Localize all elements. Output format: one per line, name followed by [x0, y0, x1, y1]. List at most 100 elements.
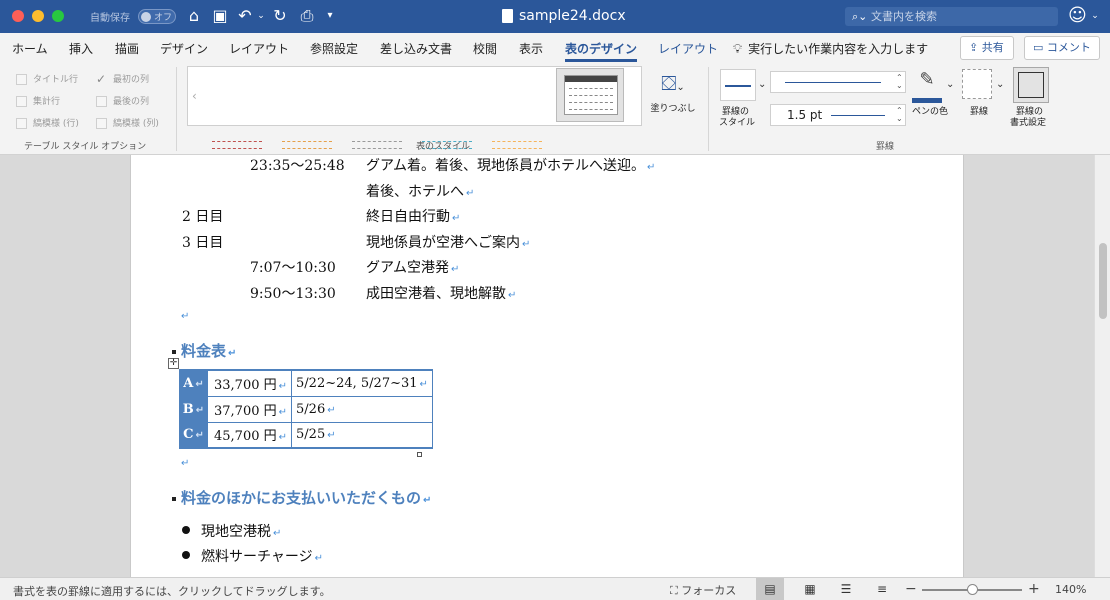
search-input[interactable]: ⌕⌄ 文書内を検索 — [845, 7, 1058, 26]
feedback-dropdown-icon[interactable]: ⌄ — [1090, 6, 1100, 26]
fare-price[interactable]: 45,700 円 ↵ — [206, 421, 293, 449]
schedule-text-value: 成田空港着、現地解散 — [366, 286, 506, 302]
pen-style-select[interactable] — [770, 71, 906, 93]
schedule-text: 着後、ホテルへ ↵ — [366, 181, 474, 201]
option-total-row[interactable]: 集計行 — [16, 94, 60, 107]
tab-layout[interactable]: レイアウト — [229, 40, 289, 57]
pen-weight-select[interactable]: 1.5 pt — [770, 104, 906, 126]
outline-view-icon[interactable]: ☰ — [832, 578, 860, 600]
zoom-level[interactable]: 140% — [1055, 583, 1086, 596]
autosave-state: オフ — [154, 13, 173, 23]
minimize-window-button[interactable] — [32, 10, 44, 22]
tab-table-layout[interactable]: レイアウト — [658, 40, 718, 57]
fare-dates[interactable]: 5/22~24, 5/27~31 ↵ — [291, 369, 433, 397]
option-first-column[interactable]: ✓ 最初の列 — [96, 72, 149, 85]
customize-toolbar-icon[interactable]: ▾ — [323, 6, 337, 26]
checkbox[interactable] — [16, 96, 27, 107]
chevron-down-icon[interactable]: ⌄ — [996, 79, 1004, 90]
zoom-in-button[interactable]: + — [1028, 581, 1040, 597]
scrollbar-thumb[interactable] — [1099, 243, 1107, 319]
focus-icon: ⛶ — [670, 584, 678, 597]
tell-me-input[interactable]: 💡︎ 実行したい作業内容を入力します — [733, 40, 928, 57]
comment-button[interactable]: ▭ コメント — [1024, 36, 1100, 60]
fare-dates[interactable]: 5/26 ↵ — [291, 395, 433, 423]
fare-key[interactable]: A ↵ — [179, 369, 208, 397]
schedule-text: グアム空港発 ↵ — [366, 257, 459, 277]
pen-weight-spinner-icon[interactable]: ⌃ ⌄ — [896, 107, 903, 123]
fare-price[interactable]: 37,700 円 ↵ — [206, 395, 293, 423]
group-divider — [176, 67, 177, 151]
pen-style-spinner-icon[interactable]: ⌃ ⌄ — [896, 74, 903, 90]
table-move-handle-icon[interactable]: ✛ — [168, 358, 179, 369]
option-banded-rows[interactable]: 縞模様 (行) — [16, 116, 79, 129]
option-label: 集計行 — [33, 97, 61, 107]
cell-mark: ↵ — [327, 430, 336, 442]
option-label: 最初の列 — [113, 75, 150, 85]
checkbox[interactable] — [16, 118, 27, 129]
document-page[interactable] — [130, 155, 964, 577]
list-item-text: 現地空港税 — [201, 524, 271, 540]
chevron-down-icon[interactable]: ⌄ — [946, 79, 954, 90]
draft-view-icon[interactable]: ≡ — [868, 578, 896, 600]
thumbnail-row — [212, 148, 262, 149]
tab-table-design[interactable]: 表のデザイン — [565, 40, 638, 62]
web-layout-view-icon[interactable]: ▦ — [796, 578, 824, 600]
fare-price[interactable]: 33,700 円 ↵ — [206, 369, 293, 397]
tab-draw[interactable]: 描画 — [115, 40, 139, 57]
tab-review[interactable]: 校閲 — [473, 40, 497, 57]
shading-button[interactable]: ⛋⌄ 塗りつぶし — [648, 71, 698, 114]
zoom-window-button[interactable] — [52, 10, 64, 22]
fare-key[interactable]: C ↵ — [179, 421, 208, 449]
table-resize-handle[interactable] — [417, 452, 422, 457]
table-style-selected[interactable] — [556, 68, 624, 122]
gallery-prev-icon[interactable]: ‹ — [192, 89, 197, 103]
focus-button[interactable]: ⛶ フォーカス — [670, 582, 736, 598]
option-header-row[interactable]: タイトル行 — [16, 72, 78, 85]
cell-mark: ↵ — [195, 404, 205, 416]
other-charges-heading: 料金のほかにお支払いいただくもの ↵ — [172, 487, 431, 508]
border-painter-button[interactable] — [1013, 67, 1049, 103]
tab-mailings[interactable]: 差し込み文書 — [380, 40, 452, 57]
pen-color-label: ペンの色 — [912, 107, 949, 117]
undo-icon[interactable]: ↶ — [235, 6, 255, 26]
paragraph-mark: ↵ — [181, 458, 190, 469]
zoom-out-button[interactable]: − — [905, 581, 917, 597]
checkbox[interactable] — [96, 118, 107, 129]
schedule-day: 3 日目 — [182, 235, 224, 251]
autosave-toggle[interactable]: オフ — [138, 9, 176, 24]
chevron-down-icon[interactable]: ⌄ — [758, 79, 766, 90]
tab-home[interactable]: ホーム — [12, 40, 48, 57]
vertical-scrollbar[interactable] — [1094, 155, 1110, 577]
tab-view[interactable]: 表示 — [519, 40, 543, 57]
checkbox[interactable] — [96, 96, 107, 107]
checkbox[interactable] — [16, 74, 27, 85]
document-title: sample24.docx — [519, 8, 626, 24]
save-icon[interactable]: ▣ — [210, 6, 230, 26]
pen-color-button[interactable]: ✎ — [912, 69, 942, 103]
share-button[interactable]: ⇪ 共有 — [960, 36, 1014, 60]
thumbnail-row — [492, 141, 542, 142]
option-label: 縞模様 (列) — [113, 119, 159, 129]
fare-dates[interactable]: 5/25 ↵ — [291, 421, 433, 449]
redo-icon[interactable]: ↻ — [270, 6, 290, 26]
print-layout-view-icon[interactable]: ▤ — [756, 578, 784, 600]
tab-design[interactable]: デザイン — [160, 40, 208, 57]
cell-mark: ↵ — [278, 406, 288, 418]
pen-color-swatch — [912, 98, 942, 103]
zoom-slider-knob[interactable] — [967, 584, 978, 595]
option-banded-columns[interactable]: 縞模様 (列) — [96, 116, 159, 129]
borders-button[interactable] — [962, 69, 992, 99]
tab-insert[interactable]: 挿入 — [69, 40, 93, 57]
checkmark-icon[interactable]: ✓ — [96, 73, 107, 85]
feedback-smiley-icon[interactable]: ☺ — [1068, 5, 1087, 26]
tab-references[interactable]: 参照設定 — [310, 40, 358, 57]
fare-table[interactable]: A ↵ 33,700 円 ↵ 5/22~24, 5/27~31 ↵ B ↵ 37,700… — [179, 369, 433, 449]
print-icon[interactable]: ⎙ — [297, 6, 317, 26]
home-icon[interactable]: ⌂ — [184, 6, 204, 26]
undo-dropdown-icon[interactable]: ⌄ — [256, 6, 266, 26]
option-last-column[interactable]: 最後の列 — [96, 94, 149, 107]
close-window-button[interactable] — [12, 10, 24, 22]
border-style-button[interactable] — [720, 69, 756, 101]
fare-key[interactable]: B ↵ — [179, 395, 208, 423]
search-icon: ⌕⌄ — [852, 10, 868, 23]
